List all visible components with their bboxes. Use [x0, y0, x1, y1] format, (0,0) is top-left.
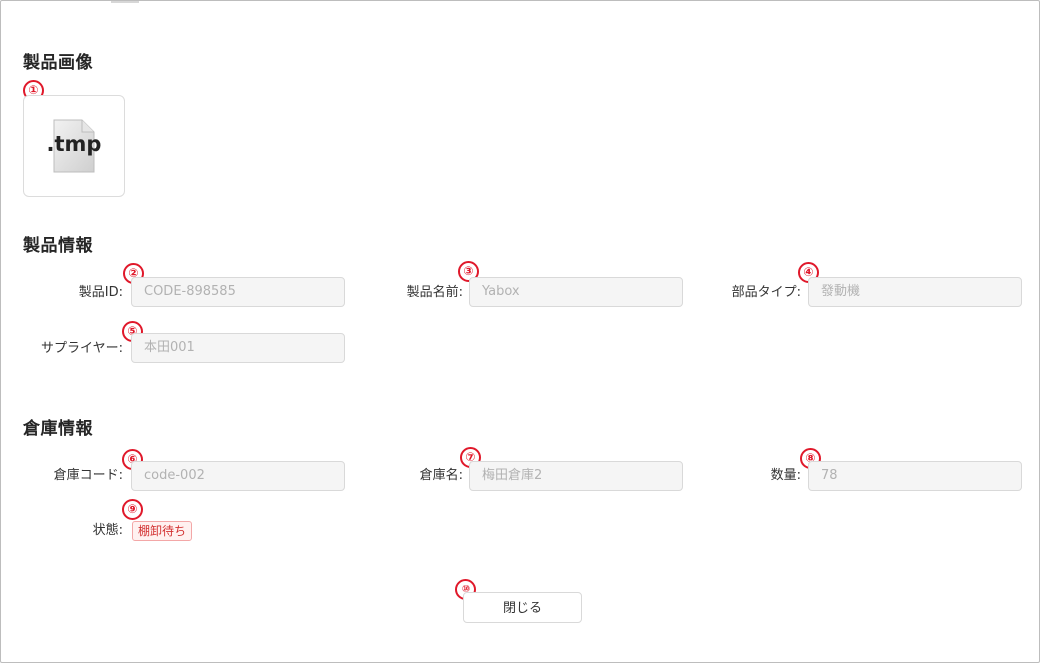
- status-badge: 棚卸待ち: [132, 521, 193, 541]
- file-extension-label: .tmp: [46, 132, 102, 156]
- section-title-product-info: 製品情報: [23, 236, 93, 256]
- warehouse-code-label: 倉庫コード:: [53, 468, 123, 483]
- supplier-field[interactable]: 本田001: [131, 333, 345, 363]
- warehouse-code-field[interactable]: code-002: [131, 461, 345, 491]
- close-button[interactable]: 閉じる: [463, 592, 582, 623]
- part-type-field[interactable]: 發動機: [808, 277, 1022, 307]
- quantity-field[interactable]: 78: [808, 461, 1022, 491]
- section-title-product-image: 製品画像: [23, 53, 93, 73]
- warehouse-name-field[interactable]: 梅田倉庫2: [469, 461, 683, 491]
- product-name-field[interactable]: Yabox: [469, 277, 683, 307]
- warehouse-name-label: 倉庫名:: [419, 468, 463, 483]
- section-title-warehouse-info: 倉庫情報: [23, 419, 93, 439]
- product-name-label: 製品名前:: [406, 285, 463, 300]
- part-type-label: 部品タイプ:: [731, 285, 801, 300]
- quantity-label: 数量:: [770, 468, 801, 483]
- top-accent: [111, 1, 139, 3]
- product-detail-dialog: 製品画像 ① .tmp 製品情報 ② 製品ID: CODE-898585 ③ 製…: [0, 0, 1040, 663]
- product-id-field[interactable]: CODE-898585: [131, 277, 345, 307]
- product-id-label: 製品ID:: [78, 285, 123, 300]
- product-image-card[interactable]: .tmp: [23, 95, 125, 197]
- supplier-label: サプライヤー:: [41, 341, 123, 356]
- badge-9: ⑨: [122, 499, 143, 520]
- status-label: 状態:: [92, 523, 123, 538]
